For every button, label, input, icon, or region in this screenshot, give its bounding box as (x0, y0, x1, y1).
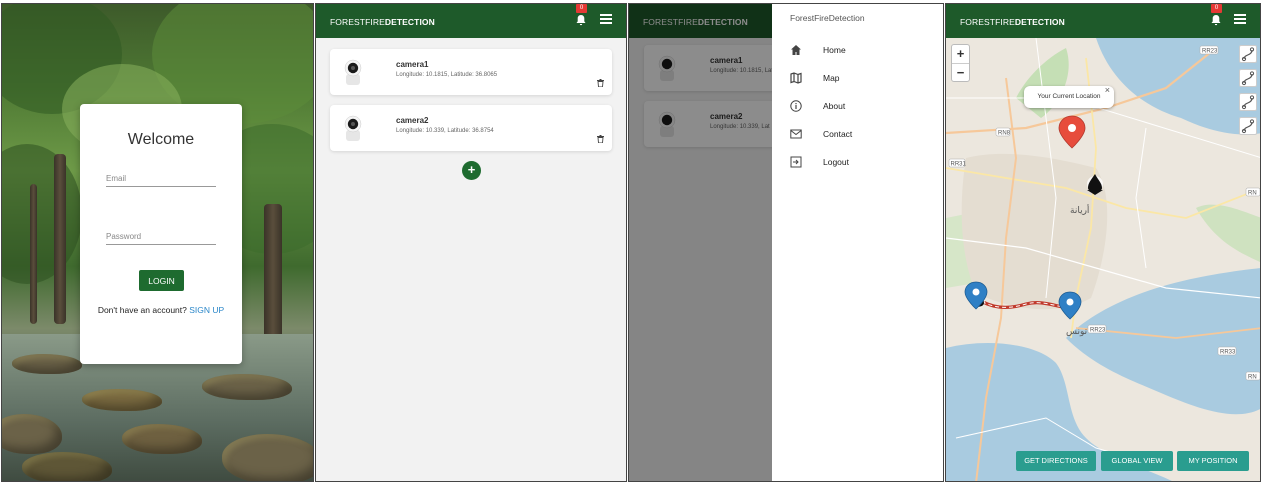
drawer-item-home[interactable]: Home (790, 42, 940, 60)
signup-link[interactable]: SIGN UP (189, 305, 224, 315)
notification-badge: 0 (576, 4, 587, 13)
no-account-text: Don't have an account? (97, 305, 187, 315)
hamburger-menu-icon[interactable] (600, 14, 612, 24)
login-card: Welcome Email Password LOGIN Don't have … (80, 104, 242, 364)
map-canvas[interactable]: RR23 RN8 RR31 RN RR23 RR33 RN أريانة تون… (946, 38, 1260, 481)
drawer-item-label: About (823, 101, 846, 111)
add-camera-button[interactable]: + (462, 161, 481, 180)
bell-icon[interactable]: 0 (575, 4, 587, 27)
map-screen: FORESTFIREDETECTION 0 RR23 RN8 RR31 RN R… (945, 3, 1261, 482)
drawer-item-map[interactable]: Map (790, 70, 940, 88)
app-bar: FORESTFIREDETECTION 0 (946, 4, 1260, 38)
hamburger-menu-icon[interactable] (1234, 14, 1246, 24)
welcome-heading: Welcome (127, 131, 195, 148)
zoom-in-button[interactable]: + (952, 45, 969, 63)
road-label: RN (1248, 375, 1257, 381)
drawer-item-label: Map (823, 73, 840, 83)
app-brand: FORESTFIREDETECTION (960, 17, 1065, 27)
bell-icon[interactable]: 0 (1210, 4, 1222, 27)
home-icon (791, 45, 801, 55)
login-button[interactable]: LOGIN (139, 270, 184, 291)
road-label: RN (1248, 191, 1257, 197)
email-placeholder: Email (106, 174, 127, 183)
drawer-item-about[interactable]: About (790, 98, 940, 116)
camera-coords: Longitude: 10.339, Latitude: 36.8754 (396, 128, 494, 134)
password-placeholder: Password (106, 232, 142, 241)
drawer-item-label: Logout (823, 157, 849, 167)
app-brand: FORESTFIREDETECTION (330, 17, 435, 27)
navigation-drawer-screen: FORESTFIREDETECTION camera1 Longitude: 1… (628, 3, 944, 482)
notification-badge: 0 (1211, 4, 1222, 13)
side-drawer: ForestFireDetection Home Map About Conta… (772, 4, 943, 481)
global-view-button[interactable]: GLOBAL VIEW (1101, 451, 1173, 471)
info-icon (790, 100, 802, 112)
camera-list-screen: FORESTFIREDETECTION 0 camera1 Longitude:… (315, 3, 627, 482)
place-label: تونس (1066, 327, 1088, 337)
close-icon[interactable]: × (1105, 79, 1110, 101)
mail-icon (790, 129, 802, 139)
zoom-out-button[interactable]: − (952, 63, 969, 81)
location-popup: Your Current Location × (1024, 85, 1114, 108)
camera-name: camera2 (396, 116, 429, 125)
drawer-item-label: Home (823, 45, 846, 55)
zoom-control: + − (951, 44, 970, 82)
get-directions-button[interactable]: GET DIRECTIONS (1016, 451, 1096, 471)
route-icon[interactable] (1239, 45, 1257, 63)
trash-icon[interactable] (597, 79, 604, 87)
camera-device-icon (344, 59, 362, 85)
scrim-overlay[interactable] (629, 4, 772, 481)
camera-name: camera1 (396, 60, 429, 69)
password-field[interactable]: Password (106, 231, 216, 245)
camera-card[interactable]: camera2 Longitude: 10.339, Latitude: 36.… (330, 105, 612, 151)
route-icon[interactable] (1239, 93, 1257, 111)
road-label: RR23 (1090, 328, 1106, 334)
road-label: RN8 (998, 131, 1011, 137)
drawer-item-logout[interactable]: Logout (790, 154, 940, 172)
map-icon (790, 72, 802, 84)
my-position-button[interactable]: MY POSITION (1177, 451, 1249, 471)
road-label: RR33 (1220, 350, 1236, 356)
route-icon[interactable] (1239, 117, 1257, 135)
drawer-title: ForestFireDetection (790, 13, 865, 23)
logout-icon (790, 156, 802, 168)
road-label: RR23 (1202, 49, 1218, 55)
drawer-item-label: Contact (823, 129, 853, 139)
camera-coords: Longitude: 10.1815, Latitude: 36.8065 (396, 72, 498, 78)
route-icon[interactable] (1239, 69, 1257, 87)
signup-prompt: Don't have an account? SIGN UP (80, 305, 242, 315)
camera-card[interactable]: camera1 Longitude: 10.1815, Latitude: 36… (330, 49, 612, 95)
place-label: أريانة (1070, 204, 1089, 216)
popup-text: Your Current Location (1037, 93, 1101, 100)
login-screen: Welcome Email Password LOGIN Don't have … (1, 3, 314, 482)
camera-device-icon (344, 115, 362, 141)
road-label: RR31 (951, 162, 967, 168)
drawer-item-contact[interactable]: Contact (790, 126, 940, 144)
email-field[interactable]: Email (106, 173, 216, 187)
app-bar: FORESTFIREDETECTION 0 (316, 4, 626, 38)
app-screens: Welcome Email Password LOGIN Don't have … (0, 0, 1264, 486)
trash-icon[interactable] (597, 135, 604, 143)
